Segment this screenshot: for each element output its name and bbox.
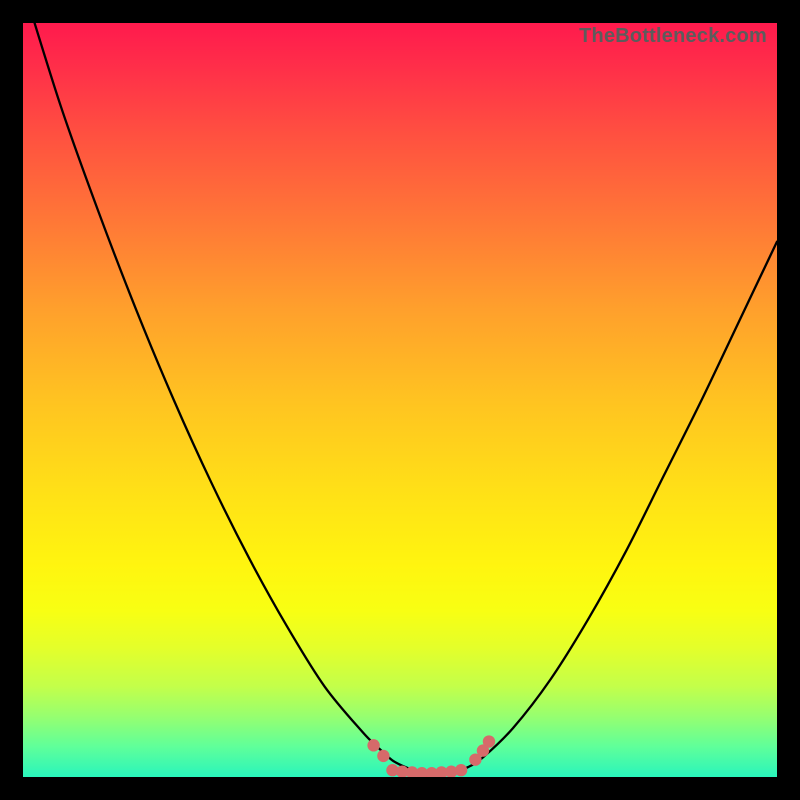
plot-area: TheBottleneck.com <box>23 23 777 777</box>
curve-overlay <box>23 23 777 777</box>
chart-root: TheBottleneck.com <box>0 0 800 800</box>
highlight-dots <box>367 735 495 777</box>
highlight-dot <box>377 750 389 762</box>
highlight-dot <box>367 739 379 751</box>
bottleneck-curve <box>23 23 777 774</box>
highlight-dot <box>483 735 495 747</box>
highlight-dot <box>455 764 467 776</box>
